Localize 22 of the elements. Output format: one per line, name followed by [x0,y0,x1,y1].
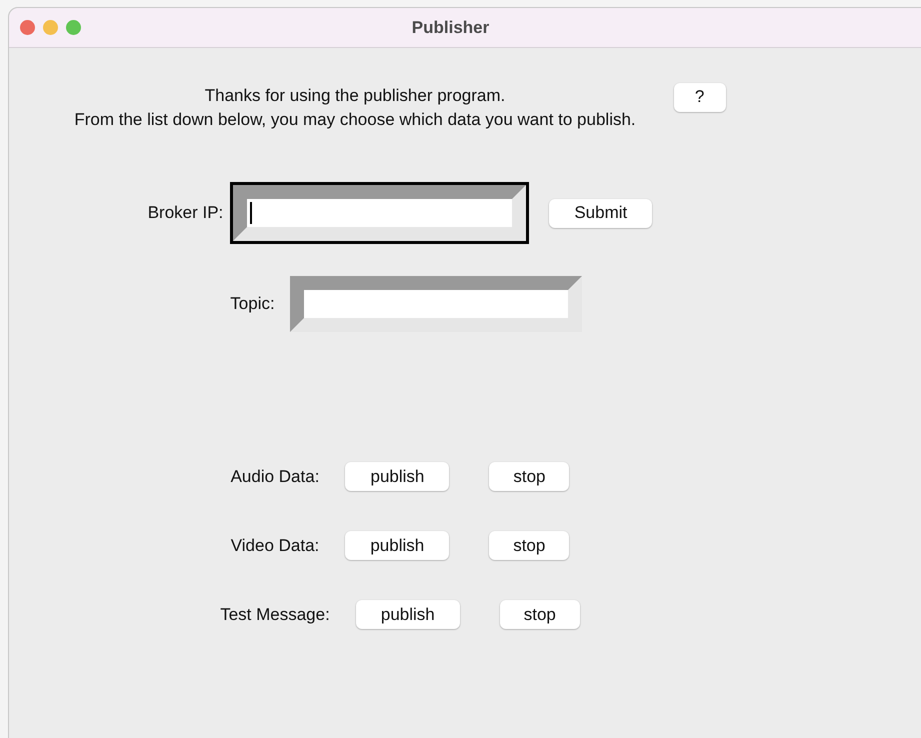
publish-button[interactable]: publish [345,462,450,491]
text-cursor [250,202,252,224]
help-button[interactable]: ? [674,82,726,112]
intro-text: From the list down below, you may choose which data you want to publish. [74,109,636,131]
text-field[interactable] [290,276,582,332]
submit-button[interactable]: Submit [549,198,652,228]
field-label: Topic: [230,294,275,314]
data-label: Video Data: [230,536,320,556]
window-title: Publisher [412,18,490,38]
data-label: Test Message: [220,604,330,624]
field-label: Broker IP: [148,203,224,223]
text-field[interactable] [233,185,526,241]
publish-button[interactable]: publish [345,531,450,560]
zoom-button[interactable] [66,20,81,35]
minimize-button[interactable] [43,20,58,35]
stop-button[interactable]: stop [489,462,570,491]
publish-button[interactable]: publish [356,600,460,629]
stop-button[interactable]: stop [500,600,580,629]
data-label: Audio Data: [230,466,320,486]
intro-text: Thanks for using the publisher program. [204,85,506,107]
close-button[interactable] [20,20,35,35]
stop-button[interactable]: stop [489,531,570,560]
